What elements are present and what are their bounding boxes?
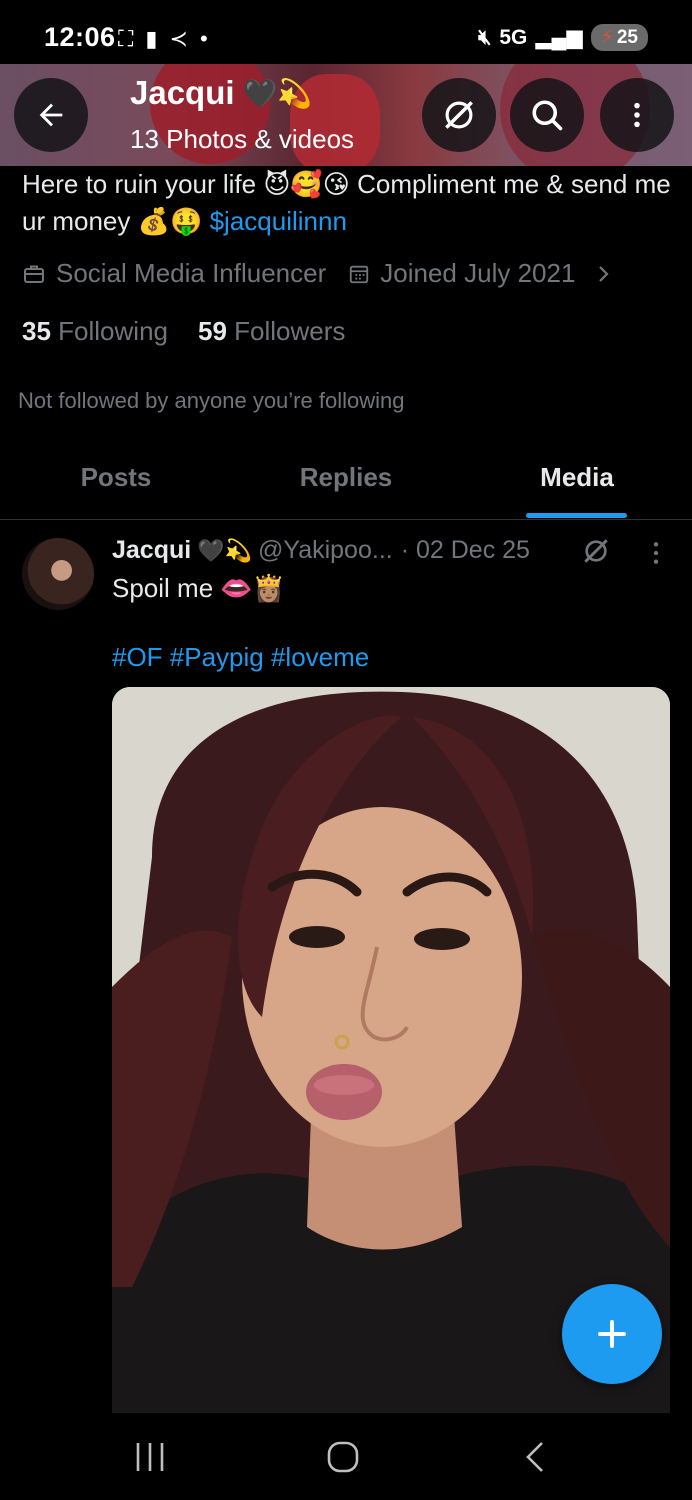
- briefcase-icon: [24, 265, 44, 283]
- compose-button[interactable]: [562, 1284, 662, 1384]
- more-vertical-icon: [634, 102, 640, 128]
- share-icon: ≺: [169, 26, 188, 51]
- battery-indicator: ⚡︎ 25: [590, 24, 648, 51]
- battery-level: 25: [616, 26, 638, 48]
- following-count: 35: [22, 316, 51, 346]
- followers-count: 59: [197, 316, 227, 346]
- recent-apps-button[interactable]: [134, 1439, 166, 1480]
- header-title: Jacqui 🖤💫: [130, 74, 312, 112]
- post-handle[interactable]: @Yakipoo...: [258, 536, 393, 565]
- status-notification-icons: ⛶ ▮ ≺ •: [118, 26, 208, 52]
- signal-icon: ▂▄▆: [535, 26, 583, 49]
- chevron-right-icon: [599, 265, 609, 282]
- followers-label: Followers: [234, 316, 346, 346]
- header-name: Jacqui: [130, 74, 235, 111]
- post-author-name[interactable]: Jacqui: [112, 536, 191, 565]
- post-header: Jacqui 🖤💫 @Yakipoo... · 02 Dec 25: [112, 536, 530, 565]
- post-hashtags[interactable]: #OF #Paypig #loveme: [112, 642, 369, 673]
- alert-icon: ▮: [145, 26, 158, 51]
- avatar[interactable]: [22, 538, 94, 610]
- grok-button[interactable]: [422, 78, 496, 152]
- recent-apps-icon: [136, 1443, 164, 1471]
- search-button[interactable]: [510, 78, 584, 152]
- post-more-button[interactable]: [648, 540, 664, 571]
- status-time: 12:06: [44, 22, 116, 52]
- profile-bio: Here to ruin your life 😈🥰😘 Compliment me…: [22, 166, 682, 240]
- more-vertical-icon: [653, 542, 659, 564]
- home-button[interactable]: [326, 1439, 360, 1480]
- grok-icon: [445, 101, 473, 129]
- category-label: Social Media Influencer: [56, 258, 327, 288]
- tab-media[interactable]: Media: [540, 462, 614, 493]
- mute-icon: 🔇︎: [478, 25, 492, 49]
- status-right: 🔇︎ 5G ▂▄▆ ⚡︎ 25: [478, 24, 648, 51]
- screenshot-icon: ⛶: [118, 26, 134, 51]
- grok-icon: [584, 539, 608, 563]
- post-text: Spoil me 👄👸🏽: [112, 573, 286, 603]
- tab-active-indicator: [526, 513, 627, 518]
- header-emoji: 🖤💫: [242, 77, 313, 109]
- back-button[interactable]: [14, 78, 88, 152]
- followers-link[interactable]: 59 Followers: [198, 316, 345, 347]
- bio-link[interactable]: $jacquilinnn: [210, 206, 347, 236]
- system-nav-bar: [0, 1413, 692, 1500]
- system-back-button[interactable]: [522, 1439, 550, 1480]
- post-date: · 02 Dec 25: [400, 536, 530, 564]
- header-subtitle: 13 Photos & videos: [130, 124, 355, 154]
- back-arrow-icon: [39, 103, 63, 127]
- following-link[interactable]: 35 Following: [22, 316, 168, 347]
- dot-icon: •: [199, 26, 208, 51]
- profile-header: Jacqui 🖤💫 13 Photos & videos: [0, 64, 692, 166]
- network-label: 5G: [499, 25, 528, 49]
- profile-category: Social Media Influencer: [22, 258, 326, 289]
- plus-icon: [598, 1320, 626, 1348]
- profile-joined[interactable]: Joined July 2021: [348, 258, 615, 289]
- joined-label: Joined July 2021: [380, 258, 576, 288]
- tab-posts[interactable]: Posts: [81, 462, 152, 493]
- following-label: Following: [58, 316, 168, 346]
- tab-replies[interactable]: Replies: [300, 462, 393, 493]
- post-grok-button[interactable]: [580, 535, 612, 572]
- status-bar: 12:06 ⛶ ▮ ≺ • 🔇︎ 5G ▂▄▆ ⚡︎ 25: [0, 0, 692, 64]
- post-author-emoji: 🖤💫: [197, 537, 252, 563]
- home-icon: [327, 1441, 359, 1473]
- profile-tabs: Posts Replies Media: [0, 440, 692, 520]
- chevron-left-icon: [526, 1442, 543, 1472]
- search-icon: [532, 100, 563, 131]
- not-followed-text: Not followed by anyone you’re following: [18, 388, 405, 413]
- charging-icon: ⚡︎: [600, 27, 614, 48]
- profile-meta: Social Media Influencer Joined July 2021: [22, 258, 615, 289]
- follow-stats: 35 Following 59 Followers: [22, 316, 345, 347]
- more-button[interactable]: [600, 78, 674, 152]
- calendar-icon: [350, 265, 369, 283]
